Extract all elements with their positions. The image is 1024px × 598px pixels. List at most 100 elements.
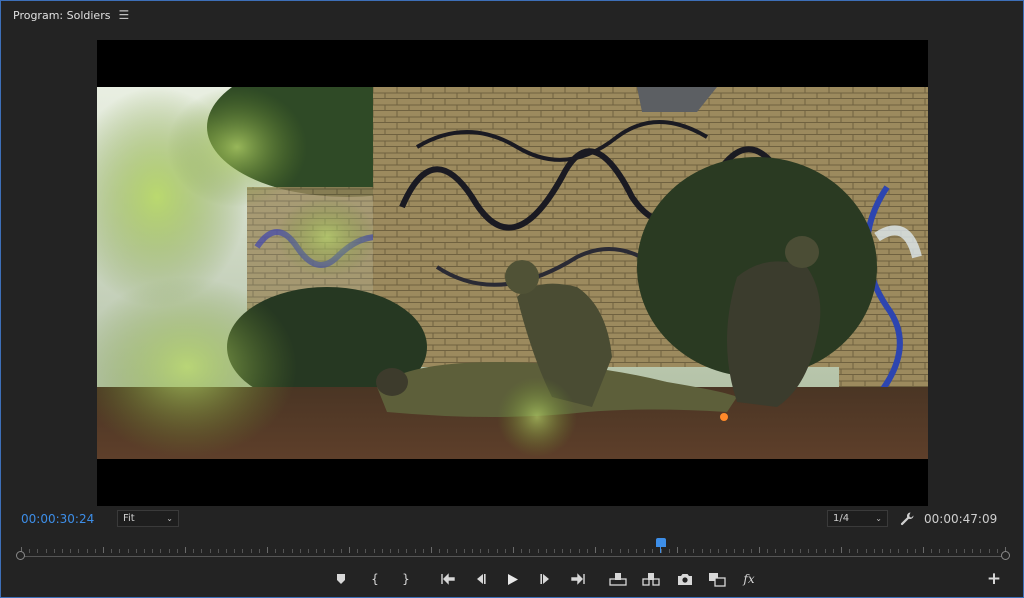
lift-icon xyxy=(609,573,627,586)
ruler-tick xyxy=(226,549,227,553)
play-button[interactable] xyxy=(503,569,523,589)
ruler-tick xyxy=(456,549,457,553)
ruler-tick xyxy=(78,549,79,553)
ruler-tick xyxy=(259,549,260,553)
extract-icon xyxy=(642,573,660,586)
ruler-tick xyxy=(948,549,949,553)
step-forward-icon xyxy=(540,574,549,584)
ruler-tick xyxy=(775,549,776,553)
ruler-tick xyxy=(292,549,293,553)
video-viewer[interactable] xyxy=(97,40,928,506)
ruler-tick xyxy=(620,549,621,553)
mark-out-button[interactable]: } xyxy=(396,569,416,589)
ruler-tick xyxy=(275,549,276,553)
add-marker-button[interactable] xyxy=(331,569,351,589)
settings-wrench-icon[interactable] xyxy=(899,511,915,527)
ruler-tick xyxy=(333,549,334,553)
ruler-tick xyxy=(242,549,243,553)
ruler-tick xyxy=(119,549,120,553)
ruler-tick xyxy=(497,549,498,553)
extract-button[interactable] xyxy=(641,569,661,589)
scrub-bar[interactable] xyxy=(21,556,1005,557)
comparison-view-button[interactable] xyxy=(707,569,727,589)
mark-in-button[interactable]: { xyxy=(365,569,385,589)
go-to-in-button[interactable] xyxy=(438,569,458,589)
export-frame-button[interactable] xyxy=(675,569,695,589)
ruler-tick xyxy=(136,549,137,553)
time-ruler[interactable] xyxy=(15,538,1011,561)
ruler-tick xyxy=(357,549,358,553)
ruler-tick xyxy=(300,549,301,553)
ruler-tick xyxy=(841,547,842,553)
ruler-tick xyxy=(644,549,645,553)
ruler-tick xyxy=(915,549,916,553)
go-to-out-button[interactable] xyxy=(568,569,588,589)
step-back-icon xyxy=(477,574,486,584)
ruler-tick xyxy=(849,549,850,553)
lift-button[interactable] xyxy=(608,569,628,589)
ruler-tick xyxy=(956,549,957,553)
ruler-tick xyxy=(447,549,448,553)
ruler-tick xyxy=(218,549,219,553)
ruler-tick xyxy=(529,549,530,553)
ruler-tick xyxy=(316,549,317,553)
ruler-tick xyxy=(111,549,112,553)
ruler-tick xyxy=(825,549,826,553)
ruler-tick xyxy=(923,547,924,553)
ruler-tick xyxy=(341,549,342,553)
ruler-tick xyxy=(54,549,55,553)
ruler-tick xyxy=(652,549,653,553)
ruler-tick xyxy=(62,549,63,553)
ruler-tick xyxy=(505,549,506,553)
ruler-tick xyxy=(734,549,735,553)
current-timecode[interactable]: 00:00:30:24 xyxy=(21,512,94,526)
playhead[interactable] xyxy=(656,538,666,553)
ruler-tick xyxy=(759,547,760,553)
ruler-tick xyxy=(726,549,727,553)
ruler-tick xyxy=(989,549,990,553)
duration-timecode: 00:00:47:09 xyxy=(924,512,998,526)
ruler-tick xyxy=(874,549,875,553)
ruler-tick xyxy=(37,549,38,553)
scrub-start-handle[interactable] xyxy=(16,551,25,560)
ruler-tick xyxy=(365,549,366,553)
ruler-tick xyxy=(398,549,399,553)
button-editor-button[interactable]: + xyxy=(984,569,1004,589)
ruler-tick xyxy=(144,549,145,553)
ruler-tick xyxy=(70,549,71,553)
ruler-tick xyxy=(29,549,30,553)
playback-resolution-dropdown[interactable]: 1/4 ⌄ xyxy=(827,510,888,527)
ruler-tick xyxy=(997,549,998,553)
playback-resolution-value: 1/4 xyxy=(833,513,850,524)
step-back-button[interactable] xyxy=(470,569,490,589)
ruler-tick xyxy=(87,549,88,553)
zoom-level-dropdown[interactable]: Fit ⌄ xyxy=(117,510,179,527)
ruler-tick xyxy=(521,549,522,553)
go-to-out-icon xyxy=(571,573,585,585)
ruler-tick xyxy=(603,549,604,553)
ruler-tick xyxy=(907,549,908,553)
panel-title[interactable]: Program: Soldiers xyxy=(13,9,110,22)
ruler-tick xyxy=(751,549,752,553)
chevron-down-icon: ⌄ xyxy=(875,514,882,523)
scrub-end-handle[interactable] xyxy=(1001,551,1010,560)
ruler-tick xyxy=(595,547,596,553)
ruler-tick xyxy=(152,549,153,553)
ruler-tick xyxy=(406,549,407,553)
ruler-tick xyxy=(431,547,432,553)
video-frame xyxy=(97,87,928,459)
hamburger-menu-icon[interactable]: ☰ xyxy=(118,8,129,22)
ruler-tick xyxy=(972,549,973,553)
ruler-tick xyxy=(833,549,834,553)
ruler-tick xyxy=(267,547,268,553)
ruler-tick xyxy=(792,549,793,553)
ruler-tick xyxy=(702,549,703,553)
ruler-tick xyxy=(669,549,670,553)
ruler-tick xyxy=(636,549,637,553)
ruler-tick xyxy=(374,549,375,553)
ruler-tick xyxy=(472,549,473,553)
ruler-tick xyxy=(439,549,440,553)
comparison-view-icon xyxy=(709,572,726,587)
step-forward-button[interactable] xyxy=(536,569,556,589)
effects-button[interactable]: fx xyxy=(739,569,759,589)
